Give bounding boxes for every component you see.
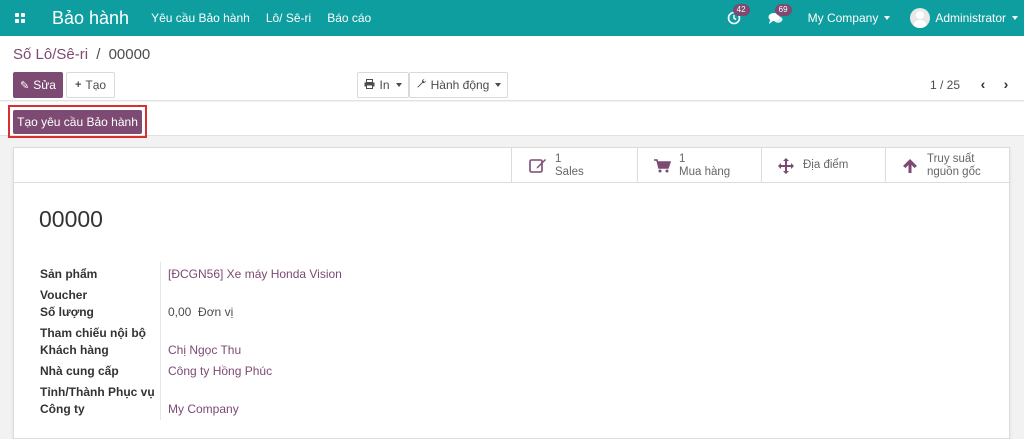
chevron-down-icon — [884, 16, 891, 20]
purchase-label: Mua hàng — [679, 165, 731, 178]
company-label: My Company — [807, 11, 879, 25]
action-dropdown[interactable]: Hành động — [409, 72, 508, 98]
user-menu[interactable]: Administrator — [910, 8, 1018, 28]
locations-label: Địa điểm — [803, 159, 849, 171]
activity-badge: 42 — [732, 4, 750, 16]
breadcrumb-parent[interactable]: Số Lô/Sê-ri — [13, 46, 88, 63]
field-label-voucher: Voucher — [40, 288, 88, 302]
field-label-vendor: Nhà cung cấp — [40, 364, 119, 378]
purchase-count: 1 — [679, 152, 686, 165]
field-value-company[interactable]: My Company — [168, 402, 239, 416]
smart-button-purchase[interactable]: 1 Mua hàng — [637, 148, 761, 183]
action-label: Hành động — [430, 78, 490, 92]
pager-previous-icon[interactable]: ‹ — [976, 76, 990, 92]
edit-label: Sửa — [33, 78, 56, 92]
messages-badge: 69 — [774, 4, 792, 16]
chevron-down-icon — [495, 83, 502, 87]
sales-count: 1 — [555, 152, 562, 165]
field-label-service-province: Tỉnh/Thành Phục vụ — [40, 385, 155, 399]
chevron-down-icon — [1012, 16, 1018, 20]
field-label-customer: Khách hàng — [40, 343, 109, 357]
smart-button-traceability[interactable]: Truy suất nguồn gốc — [885, 148, 1009, 183]
app-brand[interactable]: Bảo hành — [52, 8, 129, 29]
field-value-customer[interactable]: Chị Ngọc Thu — [168, 343, 241, 357]
pencil-square-icon — [527, 157, 549, 174]
print-dropdown[interactable]: In — [357, 72, 409, 98]
arrows-icon — [775, 157, 797, 175]
smart-button-sales[interactable]: 1 Sales — [511, 148, 637, 183]
messages-icon[interactable]: 69 — [766, 4, 792, 28]
create-button[interactable]: + Tạo — [66, 72, 115, 98]
menu-warranty-requests[interactable]: Yêu cầu Bảo hành — [151, 11, 250, 25]
control-panel: Số Lô/Sê-ri / 00000 ✎ Sửa + Tạo In Hành … — [0, 36, 1024, 101]
avatar — [910, 8, 931, 28]
traceability-label-line1: Truy suất — [927, 152, 975, 165]
smart-buttons-row: 1 Sales 1 Mua hàng Địa điểm Truy suất ng… — [14, 148, 1009, 183]
form-statusbar: Tạo yêu cầu Bảo hành — [0, 102, 1024, 138]
create-label: Tạo — [85, 78, 107, 92]
apps-menu-icon[interactable] — [2, 0, 38, 36]
shopping-cart-icon — [651, 158, 673, 174]
pencil-icon: ✎ — [20, 79, 30, 92]
field-value-vendor[interactable]: Công ty Hồng Phúc — [168, 364, 272, 378]
record-title: 00000 — [39, 206, 103, 232]
field-label-quantity: Số lượng — [40, 305, 94, 319]
field-label-company: Công ty — [40, 402, 85, 416]
field-value-product[interactable]: [ĐCGN56] Xe máy Honda Vision — [168, 267, 342, 281]
edit-button[interactable]: ✎ Sửa — [13, 72, 63, 98]
create-warranty-request-button[interactable]: Tạo yêu cầu Bảo hành — [13, 110, 142, 134]
breadcrumb: Số Lô/Sê-ri / 00000 — [13, 46, 150, 63]
printer-icon — [364, 78, 375, 92]
print-label: In — [379, 78, 390, 92]
user-name: Administrator — [935, 11, 1006, 25]
field-label-product: Sản phẩm — [40, 267, 98, 281]
arrow-up-icon — [899, 158, 921, 174]
sales-label: Sales — [555, 165, 584, 178]
menu-reports[interactable]: Báo cáo — [327, 11, 371, 25]
smart-button-locations[interactable]: Địa điểm — [761, 148, 885, 183]
traceability-label-line2: nguồn gốc — [927, 165, 981, 178]
pager-value[interactable]: 1 / 25 — [930, 78, 960, 92]
field-value-quantity: 0,00 Đơn vị — [168, 305, 234, 319]
breadcrumb-current: 00000 — [108, 46, 151, 63]
field-label-internal-ref: Tham chiếu nội bộ — [40, 326, 147, 340]
field-divider — [160, 262, 161, 420]
activity-clock-icon[interactable]: 42 — [724, 4, 750, 28]
plus-icon: + — [74, 79, 82, 91]
chevron-down-icon — [395, 83, 402, 87]
wrench-icon — [416, 78, 427, 92]
top-navbar: Bảo hành Yêu cầu Bảo hành Lô/ Sê-ri Báo … — [0, 0, 1024, 36]
breadcrumb-separator: / — [96, 46, 101, 63]
menu-lots-serials[interactable]: Lô/ Sê-ri — [266, 11, 311, 25]
company-switcher[interactable]: My Company — [808, 11, 891, 25]
pager-next-icon[interactable]: › — [999, 76, 1013, 92]
form-sheet: 1 Sales 1 Mua hàng Địa điểm Truy suất ng… — [13, 147, 1010, 439]
